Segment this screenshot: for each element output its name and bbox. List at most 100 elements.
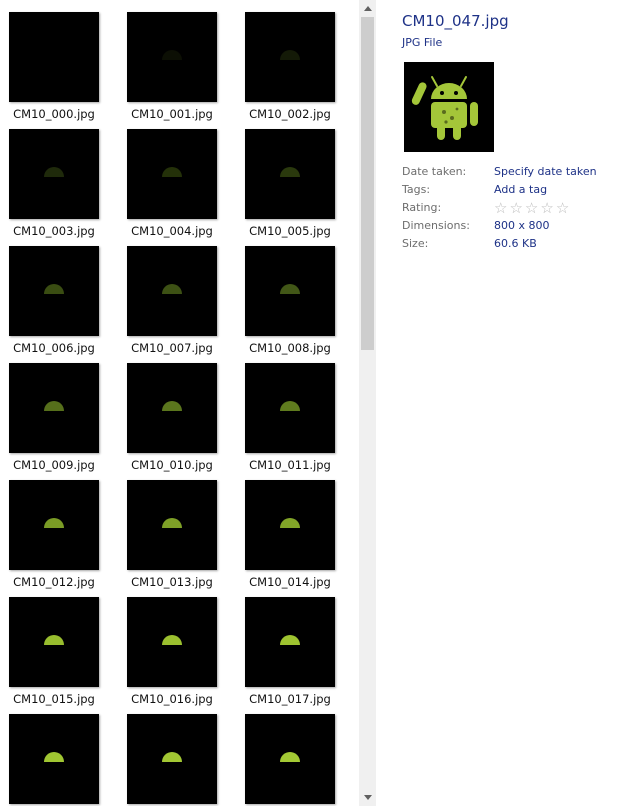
file-name: CM10_009.jpg xyxy=(13,458,95,472)
file-item[interactable]: CM10_010.jpg xyxy=(118,363,236,475)
dimensions-value: 800 x 800 xyxy=(494,219,550,232)
rating-stars[interactable]: ☆ ☆ ☆ ☆ ☆ xyxy=(494,201,569,216)
file-item[interactable]: CM10_014.jpg xyxy=(236,480,354,592)
file-name: CM10_005.jpg xyxy=(249,224,331,238)
dimensions-label: Dimensions: xyxy=(402,219,470,232)
file-name: CM10_000.jpg xyxy=(13,107,95,121)
thumbnail-grid: CM10_000.jpg CM10_001.jpg CM10_002.jpg CM10… xyxy=(0,0,358,806)
file-item[interactable]: CM10_009.jpg xyxy=(0,363,118,475)
android-head-icon xyxy=(280,167,300,177)
file-thumbnail xyxy=(245,12,335,102)
file-item[interactable]: CM10_008.jpg xyxy=(236,246,354,358)
scroll-down-button[interactable] xyxy=(359,789,376,806)
file-name: CM10_013.jpg xyxy=(131,575,213,589)
file-item[interactable]: CM10_007.jpg xyxy=(118,246,236,358)
file-name: CM10_001.jpg xyxy=(131,107,213,121)
android-head-icon xyxy=(162,752,182,762)
file-thumbnail xyxy=(9,246,99,336)
file-item[interactable]: CM10_002.jpg xyxy=(236,12,354,124)
details-pane: CM10_047.jpg JPG File Date taken: Specif… xyxy=(402,12,632,250)
android-head-icon xyxy=(280,401,300,411)
file-item[interactable] xyxy=(236,714,354,806)
file-thumbnail xyxy=(9,480,99,570)
scroll-up-button[interactable] xyxy=(359,0,376,17)
file-item[interactable]: CM10_006.jpg xyxy=(0,246,118,358)
android-head-icon xyxy=(162,284,182,294)
scrollbar-thumb[interactable] xyxy=(361,17,374,350)
android-head-icon xyxy=(280,284,300,294)
date-taken-label: Date taken: xyxy=(402,165,467,178)
file-item[interactable]: CM10_013.jpg xyxy=(118,480,236,592)
vertical-scrollbar[interactable] xyxy=(359,0,376,806)
android-head-icon xyxy=(162,635,182,645)
file-item[interactable]: CM10_012.jpg xyxy=(0,480,118,592)
file-thumbnail xyxy=(127,246,217,336)
rating-label: Rating: xyxy=(402,201,442,214)
file-name: CM10_014.jpg xyxy=(249,575,331,589)
file-thumbnail xyxy=(127,12,217,102)
file-thumbnail xyxy=(9,597,99,687)
star-outline-icon[interactable]: ☆ xyxy=(556,201,569,216)
file-name: CM10_007.jpg xyxy=(131,341,213,355)
android-head-icon xyxy=(162,518,182,528)
android-head-icon xyxy=(44,401,64,411)
file-thumbnail xyxy=(245,597,335,687)
file-item[interactable]: CM10_001.jpg xyxy=(118,12,236,124)
star-outline-icon[interactable]: ☆ xyxy=(525,201,538,216)
file-thumbnail xyxy=(9,129,99,219)
file-item[interactable]: CM10_004.jpg xyxy=(118,129,236,241)
tags-label: Tags: xyxy=(402,183,431,196)
file-name: CM10_017.jpg xyxy=(249,692,331,706)
file-item[interactable]: CM10_003.jpg xyxy=(0,129,118,241)
property-date-taken: Date taken: Specify date taken xyxy=(402,165,632,183)
file-item[interactable]: CM10_015.jpg xyxy=(0,597,118,709)
android-head-icon xyxy=(44,518,64,528)
file-item[interactable]: CM10_016.jpg xyxy=(118,597,236,709)
file-thumbnail xyxy=(9,714,99,804)
android-head-icon xyxy=(44,635,64,645)
file-item[interactable]: CM10_017.jpg xyxy=(236,597,354,709)
tags-value[interactable]: Add a tag xyxy=(494,183,547,196)
file-thumbnail xyxy=(245,129,335,219)
android-head-icon xyxy=(280,518,300,528)
file-thumbnail xyxy=(245,480,335,570)
star-outline-icon[interactable]: ☆ xyxy=(509,201,522,216)
android-head-icon xyxy=(162,167,182,177)
android-head-icon xyxy=(162,401,182,411)
size-value: 60.6 KB xyxy=(494,237,537,250)
details-filename: CM10_047.jpg xyxy=(402,12,509,30)
chevron-down-icon xyxy=(363,795,372,800)
android-head-icon xyxy=(44,50,64,60)
file-name: CM10_011.jpg xyxy=(249,458,331,472)
file-thumbnail xyxy=(245,363,335,453)
file-item[interactable] xyxy=(118,714,236,806)
star-outline-icon[interactable]: ☆ xyxy=(540,201,553,216)
file-name: CM10_012.jpg xyxy=(13,575,95,589)
file-name: CM10_015.jpg xyxy=(13,692,95,706)
properties-list: Date taken: Specify date taken Tags: Add… xyxy=(402,165,632,255)
details-filetype: JPG File xyxy=(402,36,443,49)
android-head-icon xyxy=(44,167,64,177)
android-head-icon xyxy=(44,752,64,762)
file-name: CM10_010.jpg xyxy=(131,458,213,472)
android-head-icon xyxy=(280,50,300,60)
date-taken-value[interactable]: Specify date taken xyxy=(494,165,597,178)
file-name: CM10_003.jpg xyxy=(13,224,95,238)
file-item[interactable]: CM10_005.jpg xyxy=(236,129,354,241)
file-item[interactable] xyxy=(0,714,118,806)
size-label: Size: xyxy=(402,237,429,250)
android-robot-icon xyxy=(411,76,478,140)
file-name: CM10_008.jpg xyxy=(249,341,331,355)
file-name: CM10_016.jpg xyxy=(131,692,213,706)
chevron-up-icon xyxy=(363,6,372,11)
file-thumbnail xyxy=(127,363,217,453)
star-outline-icon[interactable]: ☆ xyxy=(494,201,507,216)
file-thumbnail xyxy=(127,480,217,570)
file-item[interactable]: CM10_011.jpg xyxy=(236,363,354,475)
file-name: CM10_002.jpg xyxy=(249,107,331,121)
file-thumbnail xyxy=(9,363,99,453)
file-thumbnail xyxy=(127,597,217,687)
file-item[interactable]: CM10_000.jpg xyxy=(0,12,118,124)
file-thumbnail xyxy=(127,714,217,804)
property-rating: Rating: ☆ ☆ ☆ ☆ ☆ xyxy=(402,201,632,219)
